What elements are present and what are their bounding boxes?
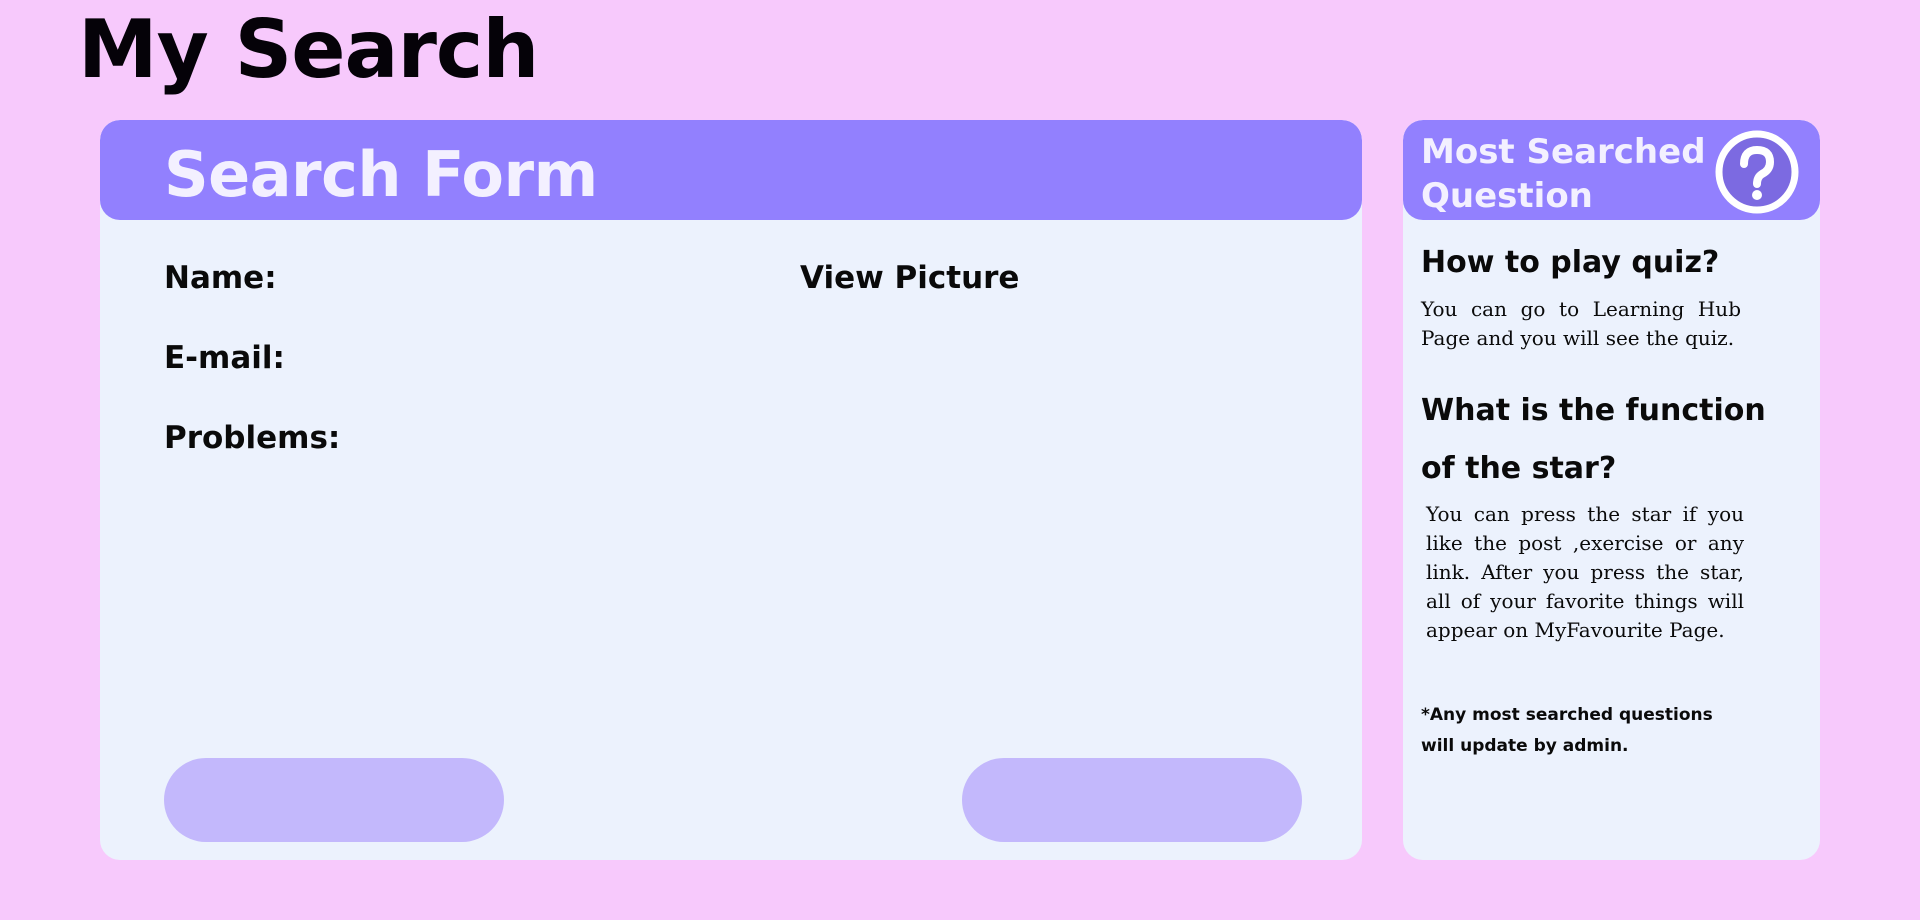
right-action-button[interactable] — [962, 758, 1302, 842]
question-title: What is the function of the star? — [1421, 393, 1766, 486]
most-searched-header: Most Searched Question — [1403, 120, 1820, 220]
question-title: How to play quiz? — [1421, 245, 1720, 280]
page-title: My Search — [78, 3, 539, 96]
name-label: Name: — [164, 260, 277, 296]
problems-label: Problems: — [164, 420, 341, 456]
admin-note: *Any most searched questions will update… — [1421, 705, 1713, 756]
question-answer: You can press the star if you like the p… — [1426, 502, 1744, 642]
search-form-card: Search Form Name: E-mail: Problems: View… — [100, 120, 1362, 860]
email-label: E-mail: — [164, 340, 285, 376]
view-picture-label: View Picture — [800, 260, 1020, 296]
search-form-title: Search Form — [164, 138, 598, 211]
left-action-button[interactable] — [164, 758, 504, 842]
most-searched-title: Most Searched Question — [1421, 132, 1706, 216]
question-answer: You can go to Learning Hub Page and you … — [1421, 297, 1741, 350]
question-circle-icon — [1713, 128, 1801, 216]
most-searched-card: Most Searched Question How to play quiz?… — [1403, 120, 1820, 860]
search-form-header: Search Form — [100, 120, 1362, 220]
